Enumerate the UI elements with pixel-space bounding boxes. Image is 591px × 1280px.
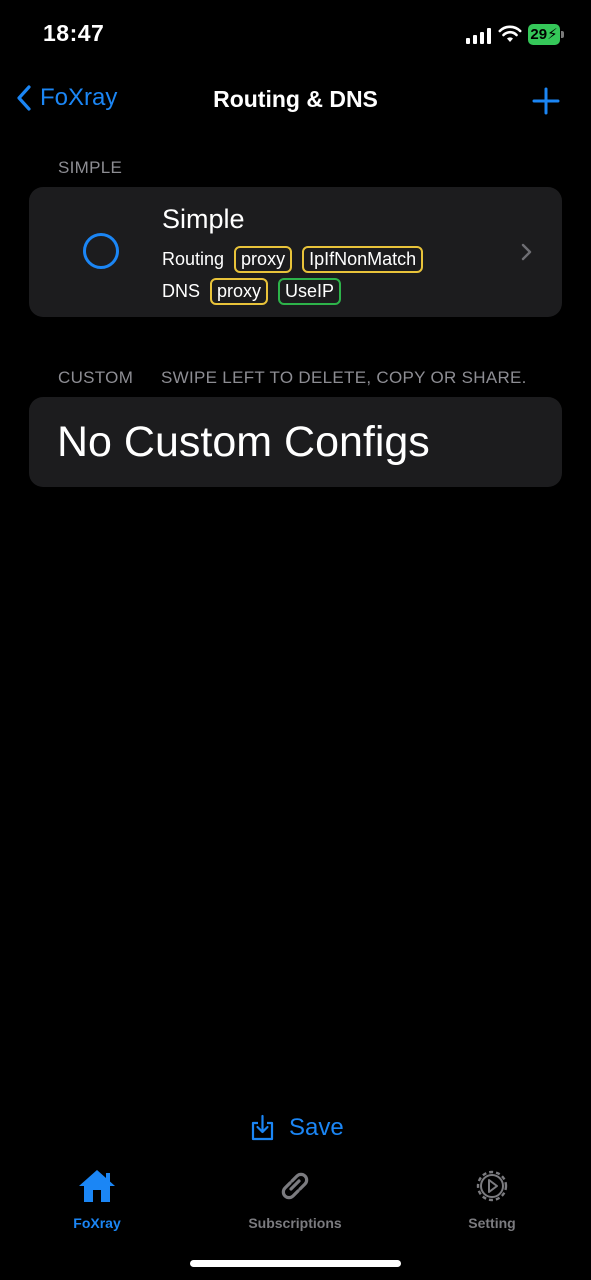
tab-foxray[interactable]: FoXray bbox=[27, 1168, 167, 1231]
home-indicator[interactable] bbox=[190, 1260, 401, 1267]
save-label: Save bbox=[289, 1114, 344, 1141]
tab-subscriptions[interactable]: Subscriptions bbox=[225, 1168, 365, 1231]
wifi-icon bbox=[498, 25, 522, 42]
battery-level: 29 bbox=[530, 26, 548, 43]
cellular-signal-icon bbox=[466, 28, 492, 44]
routing-label: Routing bbox=[162, 249, 225, 269]
custom-section-header: CUSTOM bbox=[58, 368, 134, 387]
routing-tag-domain-strategy: IpIfNonMatch bbox=[302, 246, 424, 273]
config-title: Simple bbox=[162, 204, 245, 234]
tab-label: Subscriptions bbox=[248, 1215, 342, 1231]
status-time: 18:47 bbox=[43, 20, 105, 46]
tab-label: Setting bbox=[468, 1215, 516, 1231]
simple-section-header: SIMPLE bbox=[58, 158, 123, 177]
dns-label: DNS bbox=[162, 281, 201, 301]
gear-icon bbox=[476, 1170, 508, 1202]
tab-setting[interactable]: Setting bbox=[422, 1168, 562, 1231]
add-icon[interactable] bbox=[530, 85, 562, 117]
dns-tag-query-strategy: UseIP bbox=[278, 278, 342, 305]
routing-tag-proxy: proxy bbox=[234, 246, 293, 273]
routing-row: Routing proxy IpIfNonMatch bbox=[162, 246, 433, 273]
dns-tag-proxy: proxy bbox=[210, 278, 269, 305]
battery-icon: 29 ⚡ bbox=[528, 24, 564, 46]
radio-button[interactable] bbox=[83, 233, 119, 269]
tab-label: FoXray bbox=[73, 1215, 121, 1231]
dns-row: DNS proxy UseIP bbox=[162, 278, 351, 305]
empty-state-text: No Custom Configs bbox=[57, 418, 430, 466]
link-icon bbox=[281, 1172, 309, 1200]
custom-section-hint: SWIPE LEFT TO DELETE, COPY OR SHARE. bbox=[161, 368, 527, 387]
house-icon bbox=[79, 1170, 115, 1202]
download-icon bbox=[251, 1114, 274, 1141]
save-button[interactable]: Save bbox=[250, 1114, 344, 1142]
chevron-right-icon bbox=[521, 243, 532, 261]
page-title: Routing & DNS bbox=[213, 86, 378, 112]
